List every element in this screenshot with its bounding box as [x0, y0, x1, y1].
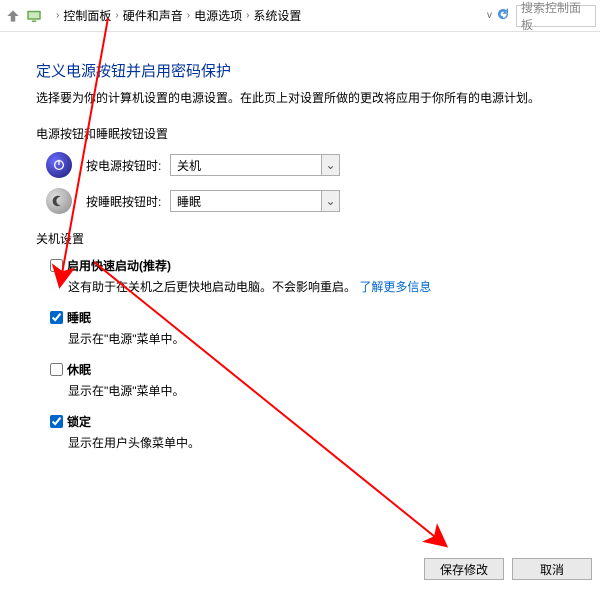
checkbox-desc: 显示在"电源"菜单中。	[50, 330, 564, 347]
dropdown-caret-icon[interactable]: v	[487, 10, 492, 21]
checkbox-desc: 显示在"电源"菜单中。	[50, 382, 564, 399]
list-item: 锁定 显示在用户头像菜单中。	[50, 413, 564, 451]
learn-more-link[interactable]: 了解更多信息	[359, 280, 431, 294]
breadcrumb-item[interactable]: 电源选项	[194, 7, 242, 24]
sleep-icon	[46, 188, 72, 214]
sleep-button-label: 按睡眠按钮时:	[86, 193, 170, 210]
refresh-icon[interactable]	[496, 7, 510, 24]
chevron-down-icon: ⌄	[321, 191, 339, 211]
power-button-label: 按电源按钮时:	[86, 157, 170, 174]
search-input[interactable]: 搜索控制面板	[516, 5, 596, 27]
list-item: 休眠 显示在"电源"菜单中。	[50, 361, 564, 399]
checkbox-desc: 这有助于在关机之后更快地启动电脑。不会影响重启。	[68, 280, 356, 294]
select-value: 关机	[177, 157, 333, 174]
page-description: 选择要为你的计算机设置的电源设置。在此页上对设置所做的更改将应用于你所有的电源计…	[36, 89, 564, 107]
list-item: 启用快速启动(推荐) 这有助于在关机之后更快地启动电脑。不会影响重启。 了解更多…	[50, 257, 564, 295]
breadcrumb-item[interactable]: 系统设置	[253, 7, 301, 24]
checkbox-title: 锁定	[67, 413, 91, 430]
section-header-shutdown: 关机设置	[36, 230, 564, 247]
cancel-button[interactable]: 取消	[512, 558, 592, 580]
search-placeholder: 搜索控制面板	[521, 0, 591, 33]
sleep-checkbox[interactable]	[50, 311, 63, 324]
save-button[interactable]: 保存修改	[424, 558, 504, 580]
lock-checkbox[interactable]	[50, 415, 63, 428]
nav-up-icon[interactable]	[4, 7, 22, 25]
control-panel-icon	[24, 6, 44, 26]
chevron-down-icon: ⌄	[321, 155, 339, 175]
hibernate-checkbox[interactable]	[50, 363, 63, 376]
fast-startup-checkbox[interactable]	[50, 259, 63, 272]
checkbox-title: 启用快速启动(推荐)	[67, 257, 171, 274]
power-icon	[46, 152, 72, 178]
checkbox-desc: 显示在用户头像菜单中。	[50, 434, 564, 451]
page-title: 定义电源按钮并启用密码保护	[36, 60, 564, 81]
breadcrumb-item[interactable]: 硬件和声音	[123, 7, 183, 24]
section-header-buttons: 电源按钮和睡眠按钮设置	[36, 125, 564, 142]
sleep-button-action-select[interactable]: 睡眠 ⌄	[170, 190, 340, 212]
breadcrumb[interactable]: › 控制面板 › 硬件和声音 › 电源选项 › 系统设置	[48, 4, 481, 28]
list-item: 睡眠 显示在"电源"菜单中。	[50, 309, 564, 347]
select-value: 睡眠	[177, 193, 333, 210]
power-button-action-select[interactable]: 关机 ⌄	[170, 154, 340, 176]
checkbox-title: 休眠	[67, 361, 91, 378]
breadcrumb-item[interactable]: 控制面板	[63, 7, 111, 24]
checkbox-title: 睡眠	[67, 309, 91, 326]
